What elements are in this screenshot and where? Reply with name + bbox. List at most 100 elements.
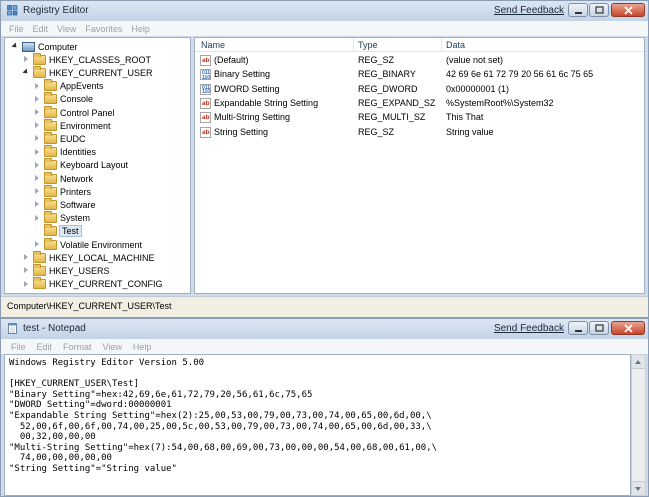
tree-item-label: HKEY_CURRENT_CONFIG <box>49 279 163 290</box>
menu-file[interactable]: File <box>9 24 24 34</box>
status-bar: Computer\HKEY_CURRENT_USER\Test <box>1 296 648 317</box>
column-separator[interactable] <box>441 38 442 52</box>
collapsed-arrow-icon[interactable] <box>22 266 31 275</box>
column-header-name[interactable]: Name <box>201 40 225 50</box>
folder-icon <box>44 145 57 158</box>
menu-edit[interactable]: Edit <box>37 342 53 352</box>
collapsed-arrow-icon[interactable] <box>22 253 31 262</box>
notepad-titlebar[interactable]: test - Notepad Send Feedback <box>1 319 648 339</box>
tree-item[interactable]: Console <box>33 92 93 106</box>
value-row[interactable]: ab Multi-String Setting REG_MULTI_SZ This T… <box>195 111 644 125</box>
text-line: "Expandable String Setting"=hex(2):25,00… <box>9 410 432 421</box>
maximize-button[interactable] <box>589 321 609 335</box>
menu-help[interactable]: Help <box>131 24 150 34</box>
menu-favorites[interactable]: Favorites <box>85 24 122 34</box>
tree-item[interactable]: Identities <box>33 145 96 159</box>
value-data: 42 69 6e 61 72 79 20 56 61 6c 75 65 <box>446 69 594 80</box>
tree-item-label: Control Panel <box>60 107 115 118</box>
collapsed-arrow-icon[interactable] <box>33 200 42 209</box>
close-icon <box>624 6 633 15</box>
tree-item[interactable]: HKEY_CURRENT_CONFIG <box>22 277 163 291</box>
expanded-arrow-icon[interactable] <box>11 42 20 51</box>
minimize-button[interactable] <box>568 321 588 335</box>
value-data: %SystemRoot%\System32 <box>446 97 554 108</box>
tree-item[interactable]: Computer <box>11 40 78 53</box>
tree-item[interactable]: System <box>33 211 90 225</box>
string-value-icon: ab <box>200 126 211 138</box>
tree-item[interactable]: Network <box>33 171 93 185</box>
tree-item[interactable]: Volatile Environment <box>33 237 142 251</box>
menu-format[interactable]: Format <box>63 342 92 352</box>
key-tree-pane[interactable]: Computer HKEY_CLASSES_ROOT HKEY_CURRENT_US… <box>4 37 191 294</box>
send-feedback-link[interactable]: Send Feedback <box>494 5 564 16</box>
tree-item[interactable]: HKEY_LOCAL_MACHINE <box>22 250 155 264</box>
menu-help[interactable]: Help <box>133 342 152 352</box>
tree-item[interactable]: Software <box>33 197 96 211</box>
tree-item[interactable]: Printers <box>33 184 91 198</box>
tree-item-label: Software <box>60 199 96 210</box>
expanded-arrow-icon[interactable] <box>22 68 31 77</box>
tree-item[interactable]: Environment <box>33 118 111 132</box>
collapsed-arrow-icon[interactable] <box>33 161 42 170</box>
minimize-button[interactable] <box>568 3 588 17</box>
close-button[interactable] <box>611 3 645 17</box>
collapsed-arrow-icon[interactable] <box>33 134 42 143</box>
minimize-icon <box>575 12 582 14</box>
folder-icon <box>44 158 57 171</box>
menu-edit[interactable]: Edit <box>33 24 49 34</box>
tree-item-label: Test <box>59 225 82 238</box>
regedit-titlebar[interactable]: Registry Editor Send Feedback <box>1 1 648 21</box>
tree-item[interactable]: Keyboard Layout <box>33 158 128 172</box>
menu-file[interactable]: File <box>11 342 26 352</box>
scroll-down-icon[interactable] <box>632 481 645 495</box>
column-header-type[interactable]: Type <box>358 40 378 50</box>
collapsed-arrow-icon[interactable] <box>22 280 31 289</box>
binary-value-icon: 011 110 <box>200 69 211 81</box>
column-header-data[interactable]: Data <box>446 40 465 50</box>
value-row[interactable]: ab String Setting REG_SZ String value <box>195 126 644 140</box>
menu-view[interactable]: View <box>103 342 122 352</box>
scroll-up-icon[interactable] <box>632 355 645 369</box>
folder-icon <box>44 211 57 224</box>
folder-icon <box>44 224 57 237</box>
tree-item-label: HKEY_USERS <box>49 265 110 276</box>
maximize-button[interactable] <box>589 3 609 17</box>
collapsed-arrow-icon[interactable] <box>22 55 31 64</box>
tree-item[interactable]: HKEY_USERS <box>22 263 110 277</box>
window-title: test - Notepad <box>23 323 86 334</box>
value-type: REG_SZ <box>358 126 395 137</box>
tree-item[interactable]: AppEvents <box>33 79 104 93</box>
collapsed-arrow-icon[interactable] <box>33 174 42 183</box>
tree-item[interactable]: HKEY_CLASSES_ROOT <box>22 52 151 66</box>
window-title: Registry Editor <box>23 5 89 16</box>
send-feedback-link[interactable]: Send Feedback <box>494 323 564 334</box>
collapsed-arrow-icon[interactable] <box>33 187 42 196</box>
tree-item[interactable]: Control Panel <box>33 105 115 119</box>
collapsed-arrow-icon[interactable] <box>33 240 42 249</box>
vertical-scrollbar[interactable] <box>631 354 646 496</box>
column-separator[interactable] <box>353 38 354 52</box>
value-row[interactable]: ab (Default) REG_SZ (value not set) <box>195 54 644 68</box>
value-data: This That <box>446 112 484 123</box>
collapsed-arrow-icon[interactable] <box>33 214 42 223</box>
values-list-pane[interactable]: Name Type Data ab (Default) REG_SZ (value n… <box>194 37 645 294</box>
collapsed-arrow-icon[interactable] <box>33 121 42 130</box>
text-line: "Multi-String Setting"=hex(7):54,00,68,0… <box>9 442 438 453</box>
value-row[interactable]: 011 110 DWORD Setting REG_DWORD 0x00000001 … <box>195 83 644 97</box>
value-data: (value not set) <box>446 55 504 65</box>
collapsed-arrow-icon[interactable] <box>33 148 42 157</box>
menu-view[interactable]: View <box>57 24 76 34</box>
value-row[interactable]: 011 110 Binary Setting REG_BINARY 42 69 6e … <box>195 68 644 82</box>
tree-item[interactable]: Test <box>33 224 82 238</box>
tree-item[interactable]: HKEY_CURRENT_USER <box>22 65 153 79</box>
value-name: String Setting <box>214 126 269 137</box>
tree-item[interactable]: EUDC <box>33 131 86 145</box>
text-line: Windows Registry Editor Version 5.00 <box>9 358 205 368</box>
collapsed-arrow-icon[interactable] <box>33 82 42 91</box>
collapsed-arrow-icon[interactable] <box>33 108 42 117</box>
notepad-menubar: File Edit Format View Help <box>1 339 648 354</box>
collapsed-arrow-icon[interactable] <box>33 95 42 104</box>
value-row[interactable]: ab Expandable String Setting REG_EXPAND_SZ… <box>195 97 644 111</box>
close-button[interactable] <box>611 321 645 335</box>
notepad-text-area[interactable]: Windows Registry Editor Version 5.00 [HKE… <box>4 354 631 496</box>
